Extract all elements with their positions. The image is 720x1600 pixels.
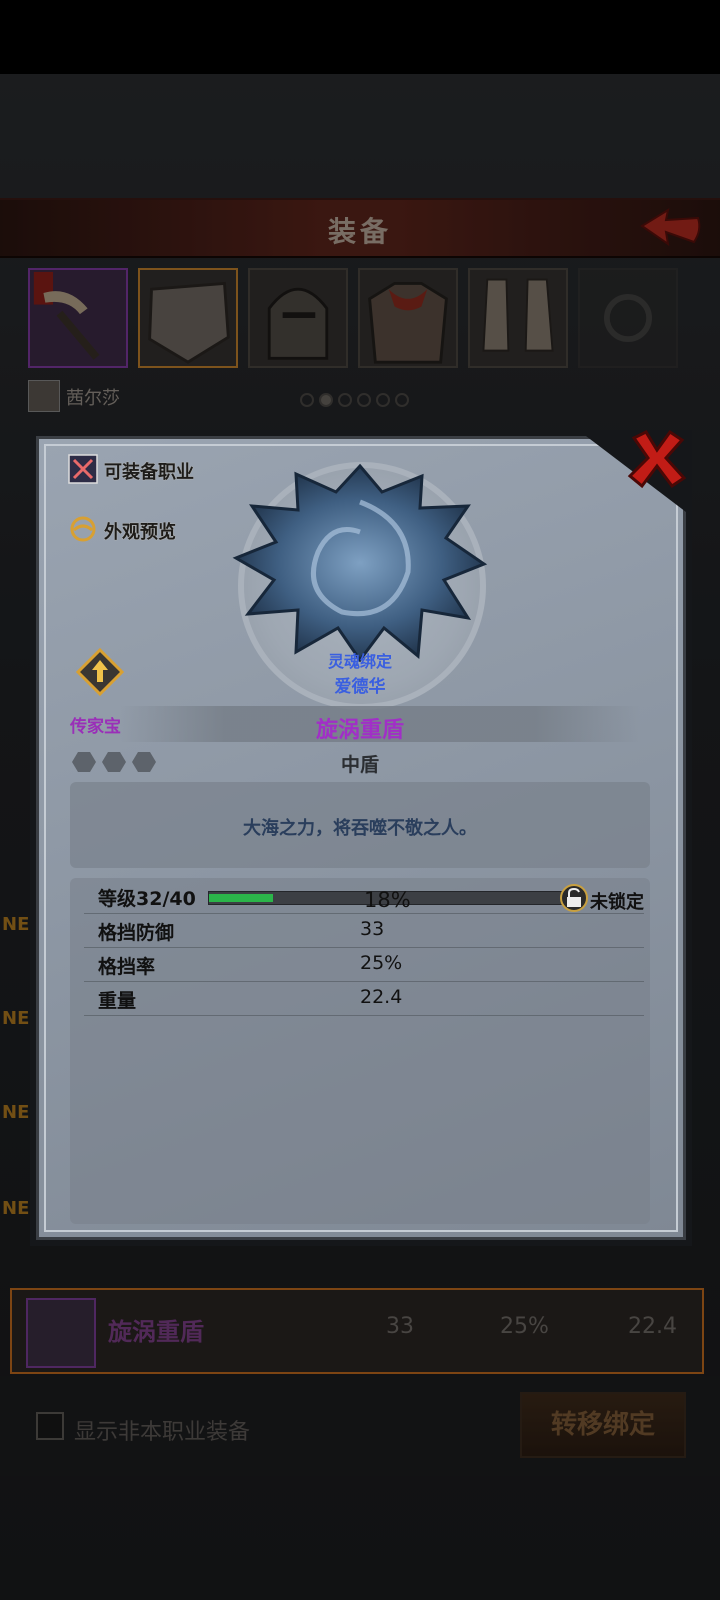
stat-label: 格挡率: [98, 956, 156, 978]
item-description: 大海之力，将吞噬不敬之人。: [243, 818, 477, 839]
gem-socket-icon: [102, 752, 126, 772]
stat-value: 33: [360, 918, 385, 940]
soulbind-owner: 爱德华: [334, 677, 386, 697]
rarity-label: 传家宝: [70, 717, 121, 737]
unlock-icon[interactable]: [560, 884, 588, 912]
item-type: 中盾: [340, 754, 379, 776]
gem-socket-icon: [132, 752, 156, 772]
level-progress-text: 18%: [364, 888, 411, 912]
vortex-shield-icon: [232, 463, 488, 662]
appearance-preview-label: 外观预览: [104, 522, 176, 543]
stat-value: 22.4: [360, 986, 403, 1008]
level-label: 等级32/40: [98, 888, 196, 910]
stat-row: 格挡防御 33: [84, 914, 644, 948]
stat-value: 25%: [360, 952, 403, 974]
mask-icon: [70, 516, 96, 542]
heirloom-icon[interactable]: [76, 648, 124, 696]
soulbind-label: 灵魂绑定: [327, 652, 392, 671]
equip-class-label: 可装备职业: [104, 462, 194, 483]
level-progress-fill: [209, 894, 274, 902]
item-name: 旋涡重盾: [315, 718, 404, 743]
stat-label: 重量: [98, 990, 137, 1012]
stat-row: 格挡率 25%: [84, 948, 644, 982]
lock-status-label[interactable]: 未锁定: [590, 888, 644, 914]
crossed-swords-icon: [68, 454, 98, 484]
stat-row: 重量 22.4: [84, 982, 644, 1016]
gem-socket-icon: [72, 752, 96, 772]
stat-label: 格挡防御: [98, 922, 175, 944]
close-icon[interactable]: [626, 428, 688, 490]
